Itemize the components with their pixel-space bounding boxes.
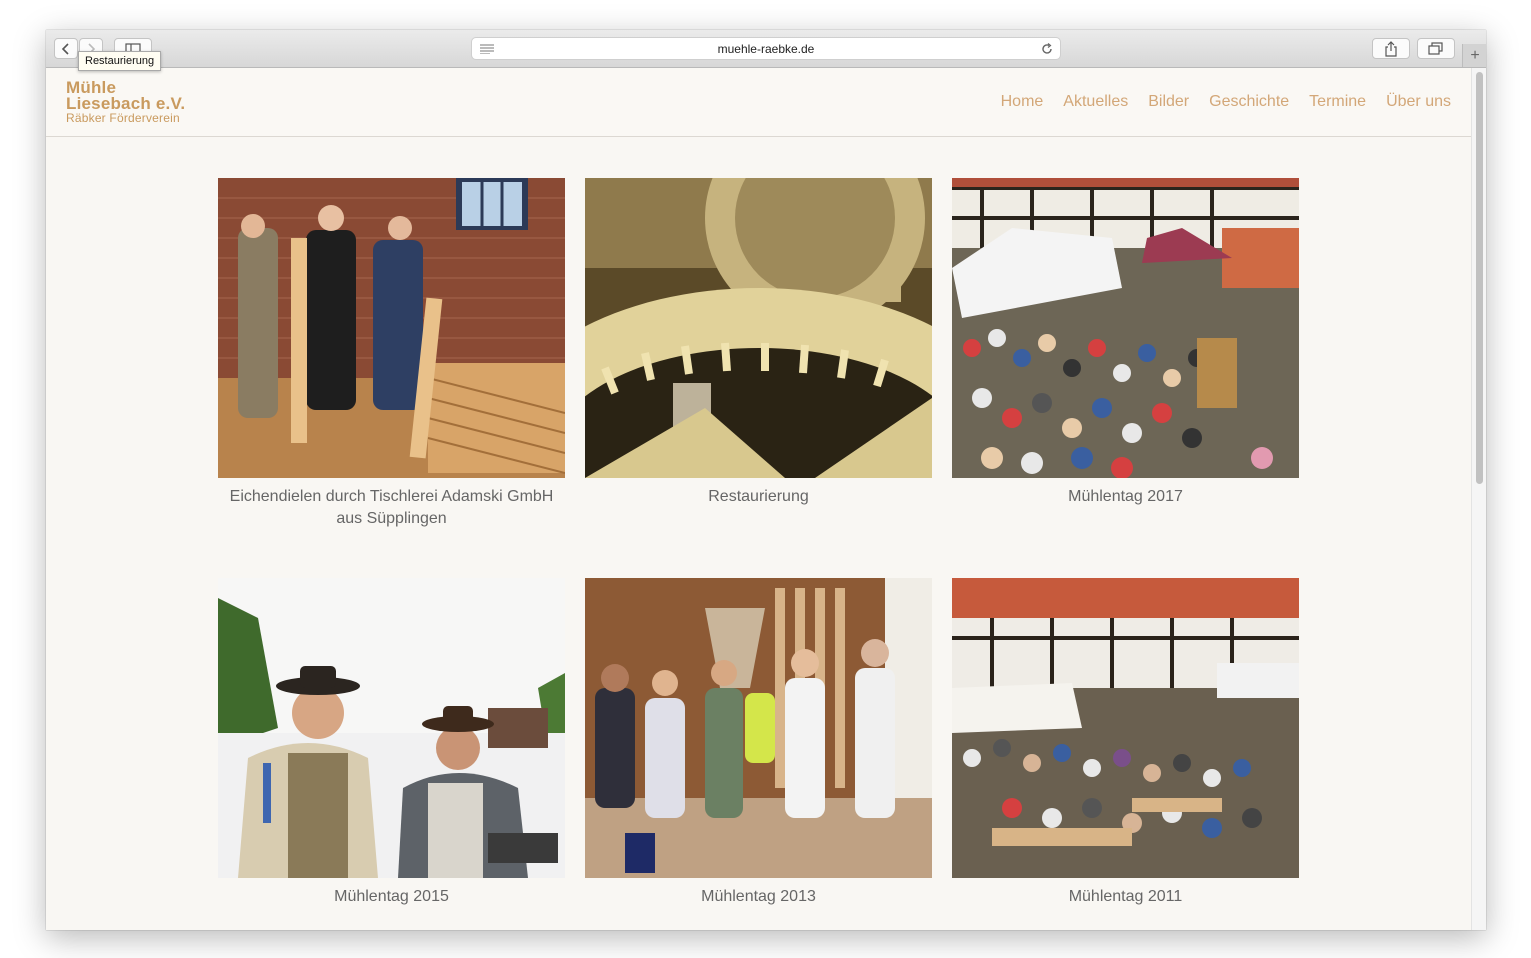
tabs-icon [1428, 41, 1443, 55]
gallery-photo[interactable] [585, 178, 932, 478]
gallery-caption: Mühlentag 2015 [334, 888, 449, 905]
gallery-photo[interactable] [952, 578, 1299, 878]
gallery-photo[interactable] [218, 578, 565, 878]
logo-line-3: Räbker Förderverein [66, 111, 180, 125]
photo-gear [585, 178, 932, 478]
nav-ueber-uns[interactable]: Über uns [1386, 93, 1451, 111]
scrollbar[interactable] [1471, 68, 1486, 930]
nav-bilder[interactable]: Bilder [1148, 93, 1189, 111]
scrollbar-thumb[interactable] [1476, 72, 1483, 484]
gallery-caption: Eichendielen durch Tischlerei Adamski Gm… [229, 488, 554, 527]
address-bar[interactable]: muehle-raebke.de [471, 37, 1061, 60]
gallery-item[interactable]: Mühlentag 2011 [952, 578, 1299, 908]
nav-home[interactable]: Home [1001, 93, 1044, 111]
gallery-caption: Mühlentag 2013 [701, 888, 816, 905]
tabs-overview-button[interactable] [1417, 38, 1455, 59]
url-text: muehle-raebke.de [717, 42, 815, 56]
plus-icon: + [1470, 46, 1480, 64]
gallery-item[interactable]: Mühlentag 2017 [952, 178, 1299, 508]
gallery-photo[interactable] [952, 178, 1299, 478]
site-header: Mühle Liesebach e.V. Räbker Förderverein… [46, 68, 1471, 137]
gallery: Eichendielen durch Tischlerei Adamski Gm… [46, 137, 1471, 930]
gallery-photo[interactable] [585, 578, 932, 878]
gallery-item[interactable]: Restaurierung [585, 178, 932, 508]
browser-toolbar: Restaurierung muehle-raebke.de + [46, 30, 1486, 71]
gallery-photo[interactable] [218, 178, 565, 478]
main-nav: Home Aktuelles Bilder Geschichte Termine… [1001, 93, 1451, 111]
gallery-caption: Mühlentag 2011 [1068, 888, 1183, 905]
tooltip: Restaurierung [78, 51, 162, 71]
photo-mill-day-2015 [218, 578, 565, 878]
nav-aktuelles[interactable]: Aktuelles [1063, 93, 1128, 111]
chevron-left-icon [61, 42, 69, 55]
photo-mill-day-2013 [585, 578, 932, 878]
nav-termine[interactable]: Termine [1309, 93, 1366, 111]
gallery-caption: Mühlentag 2017 [1068, 488, 1183, 505]
nav-geschichte[interactable]: Geschichte [1209, 93, 1289, 111]
new-tab-button[interactable]: + [1462, 44, 1486, 67]
site-logo[interactable]: Mühle Liesebach e.V. Räbker Förderverein [66, 79, 186, 125]
gallery-item[interactable]: Eichendielen durch Tischlerei Adamski Gm… [218, 178, 565, 530]
gallery-item[interactable]: Mühlentag 2013 [585, 578, 932, 908]
share-icon [1385, 40, 1397, 57]
photo-mill-day-2011 [952, 578, 1299, 878]
reload-icon[interactable] [1040, 42, 1054, 56]
browser-window: Restaurierung muehle-raebke.de + Mühle L… [46, 30, 1486, 930]
photo-workshop [218, 178, 565, 478]
photo-mill-day-2017 [952, 178, 1299, 478]
back-button[interactable] [54, 38, 78, 59]
logo-line-2: Liesebach e.V. [66, 94, 186, 113]
gallery-caption: Restaurierung [708, 488, 809, 505]
share-button[interactable] [1372, 38, 1410, 59]
gallery-item[interactable]: Mühlentag 2015 [218, 578, 565, 908]
